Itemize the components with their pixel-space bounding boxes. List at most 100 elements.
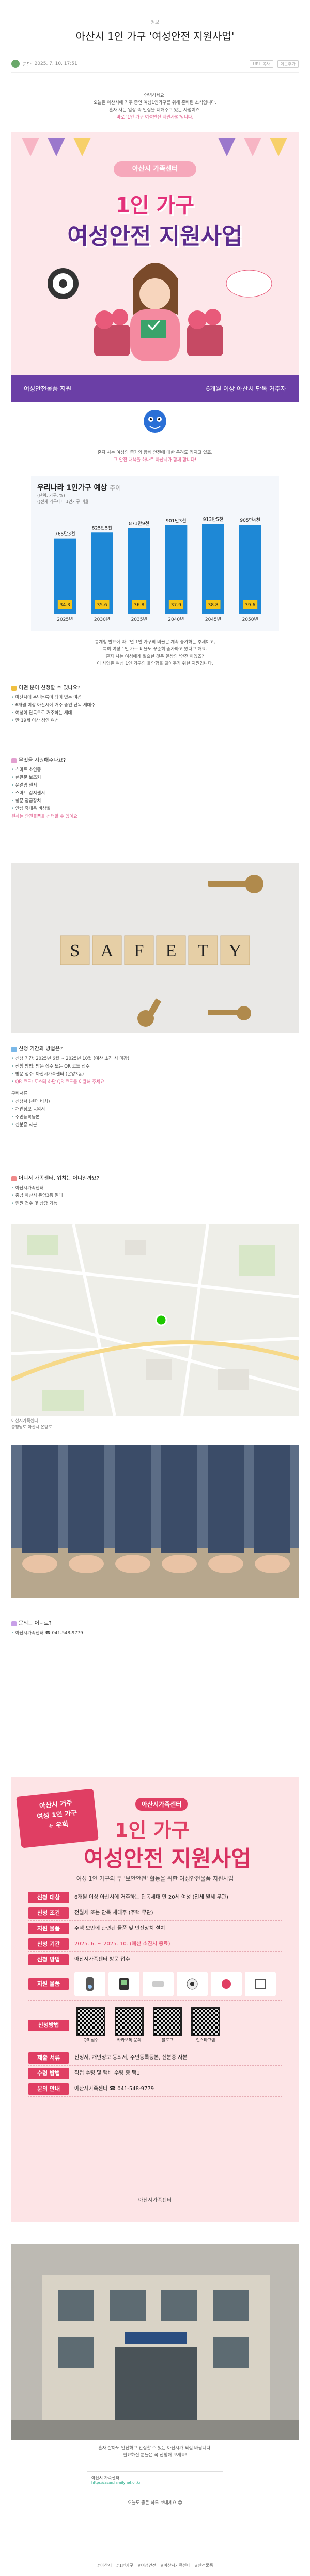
lightbulb-icon bbox=[11, 685, 17, 691]
chart-value-label: 871만9천 bbox=[129, 521, 149, 527]
intro-text: 안녕하세요! 오늘은 아산시에 거주 중인 여성1인가구를 위해 준비된 소식입… bbox=[0, 92, 310, 121]
info-value: 6개월 이상 아산시에 거주하는 단독세대 만 20세 여성 (전세·월세 무관… bbox=[74, 1894, 228, 1900]
apply-list: 신청 기간: 2025년 6월 ~ 2025년 10월 (예산 소진 시 마감)… bbox=[11, 1055, 299, 1086]
letter-tile-text: T bbox=[198, 941, 209, 960]
qr-codes: QR 접수 카카오톡 문의 블로그 인스타그램 bbox=[74, 2007, 222, 2043]
divider bbox=[11, 72, 299, 73]
section-heading-text: 무엇을 지원해주나요? bbox=[19, 758, 66, 763]
section-location: 어디서 가족센터, 위치는 어디일까요? 아산시가족센터 충남 아산시 온양3동… bbox=[11, 1175, 299, 1208]
section-heading: 무엇을 지원해주나요? bbox=[11, 757, 299, 764]
support-list: 스마트 초인종 현관문 보조키 문열림 센서 스마트 감지센서 창문 잠금장치 … bbox=[11, 766, 299, 813]
building-photo bbox=[11, 2244, 299, 2440]
tag-link[interactable]: #아산시가족센터 bbox=[160, 2563, 190, 2568]
add-neighbor-button[interactable]: 이웃추가 bbox=[277, 60, 299, 68]
tag-link[interactable]: #1인가구 bbox=[116, 2563, 133, 2568]
qr-blog[interactable]: 블로그 bbox=[151, 2007, 184, 2043]
tag-list: #아산시 #1인가구 #여성안전 #아산시가족센터 #안전물품 bbox=[0, 2563, 310, 2568]
list-item: 현관문 보조키 bbox=[11, 774, 299, 782]
window-lock-icon bbox=[245, 1971, 276, 1996]
list-item: 개인정보 동의서 bbox=[11, 1106, 299, 1114]
list-item: 스마트 초인종 bbox=[11, 766, 299, 774]
chart-category-label: 2030년 bbox=[94, 617, 110, 623]
door-lock-icon bbox=[109, 1971, 140, 1996]
chart-category-label: 2045년 bbox=[205, 617, 221, 623]
qr-instagram[interactable]: 인스타그램 bbox=[189, 2007, 222, 2043]
camera-icon bbox=[177, 1971, 208, 1996]
author-name[interactable]: 군만 bbox=[23, 61, 32, 67]
doorbell-icon bbox=[74, 1971, 105, 1996]
list-item: 충남 아산시 온양3동 일대 bbox=[11, 1192, 299, 1200]
poster-subtitle: 여성 1인 가구의 두 '보안안전' 활동을 위한 여성안전물품 지원사업 bbox=[76, 1875, 234, 1882]
qr-code-icon bbox=[115, 2007, 144, 2036]
caption-line: 혼자 사는 여성에게 필요한 것은 일상의 '안전'이겠죠? bbox=[106, 654, 204, 659]
qr-kakao[interactable]: 카카오톡 문의 bbox=[113, 2007, 146, 2043]
support-note: 원하는 안전물품을 선택할 수 있어요 bbox=[11, 814, 78, 819]
link-card-title: 아산시 가족센터 bbox=[91, 2476, 120, 2480]
chart-ratio-label: 39.6 bbox=[245, 603, 255, 608]
poster-badge: 아산시 가족센터 bbox=[114, 161, 196, 177]
flag-icon bbox=[22, 138, 39, 156]
flag-icon bbox=[218, 138, 236, 156]
qr-code-icon bbox=[153, 2007, 182, 2036]
chart-note: ()전체 가구대비 1인가구 비율 bbox=[37, 499, 89, 504]
chart-category-label: 2025년 bbox=[57, 617, 73, 623]
post-meta: 군만 2025. 7. 10. 17:51 URL 복사 이웃추가 bbox=[11, 58, 299, 69]
list-item: 만 19세 이상 성인 여성 bbox=[11, 717, 299, 725]
intro-line: 바로 '1인 가구 여성안전 지원사업'입니다. bbox=[116, 115, 194, 120]
pin-icon bbox=[11, 1176, 17, 1181]
letter-tile-text: Y bbox=[229, 941, 242, 960]
qr-apply[interactable]: QR 접수 bbox=[74, 2007, 107, 2043]
meta-actions: URL 복사 이웃추가 bbox=[250, 60, 299, 68]
list-item: 6개월 이상 아산시에 거주 중인 단독 세대주 bbox=[11, 702, 299, 709]
feet-photo bbox=[11, 1445, 299, 1598]
chart-value-label: 825만5천 bbox=[92, 525, 112, 531]
post-date: 2025. 7. 10. 17:51 bbox=[34, 61, 78, 66]
info-row: 신청 방법 아산시가족센터 방문 접수 bbox=[28, 1952, 282, 1967]
section-heading-text: 어디서 가족센터, 위치는 어디일까요? bbox=[19, 1176, 100, 1181]
post-title: 아산시 1인 가구 '여성안전 지원사업' bbox=[75, 30, 235, 42]
closing-line: 혼자 살아도 안전하고 안심할 수 있는 아산시가 되길 바랍니다. bbox=[98, 2446, 212, 2451]
qr-row: 신청방법 QR 접수 카카오톡 문의 블로그 인스타그램 bbox=[28, 2001, 282, 2050]
copy-url-button[interactable]: URL 복사 bbox=[250, 60, 273, 68]
alarm-icon bbox=[211, 1971, 242, 1996]
section-eligibility: 어떤 분이 신청할 수 있나요? 아산시에 주민등록이 되어 있는 여성 6개월… bbox=[11, 684, 299, 725]
eligibility-list: 아산시에 주민등록이 되어 있는 여성 6개월 이상 아산시에 거주 중인 단독… bbox=[11, 694, 299, 725]
chart-category-label: 2040년 bbox=[168, 617, 184, 623]
list-item: 창문 잠금장치 bbox=[11, 797, 299, 805]
poster-main: 아산시 가족센터 1인 가구 여성안전 지원사업 여성안전물품 지원 6개월 이… bbox=[11, 132, 299, 402]
chart-ratio-label: 38.8 bbox=[208, 603, 218, 608]
chart-ratio-label: 37.9 bbox=[171, 603, 181, 608]
map-caption[interactable]: 아산시가족센터 충청남도 아산시 온양로 bbox=[11, 1418, 52, 1430]
caption-line: 통계청 발표에 따르면 1인 가구의 비율은 계속 증가하는 추세이고, bbox=[95, 640, 215, 645]
chart-title: 우리나라 1인가구 예상 추이 bbox=[37, 482, 121, 493]
link-card[interactable]: 아산시 가족센터 https://asan.familynet.or.kr bbox=[87, 2471, 223, 2492]
section-apply: 신청 기간과 방법은? 신청 기간: 2025년 6월 ~ 2025년 10월 … bbox=[11, 1045, 299, 1129]
info-value: 2025. 6. ~ 2025. 10. (예산 소진시 종료) bbox=[74, 1941, 171, 1947]
section-support-items: 무엇을 지원해주나요? 스마트 초인종 현관문 보조키 문열림 센서 스마트 감… bbox=[11, 757, 299, 821]
list-item: 아산시가족센터 bbox=[11, 1185, 299, 1192]
qr-label: 인스타그램 bbox=[196, 2038, 215, 2042]
poster-footer: 아산시가족센터 bbox=[138, 2198, 172, 2203]
chart-value-label: 765만3천 bbox=[55, 531, 75, 537]
flag-icon bbox=[73, 138, 91, 156]
poster-eligibility: 6개월 이상 아산시 단독 거주자 bbox=[206, 384, 286, 392]
tag-link[interactable]: #여성안전 bbox=[137, 2563, 156, 2568]
info-label: 문의 안내 bbox=[28, 2083, 69, 2095]
calendar-icon bbox=[11, 1046, 17, 1052]
poster-title-line2: 여성안전 지원사업 bbox=[67, 223, 243, 249]
tag-link[interactable]: #아산시 bbox=[97, 2563, 112, 2568]
tag-link[interactable]: #안전물품 bbox=[194, 2563, 213, 2568]
chart-title-text: 우리나라 1인가구 예상 bbox=[37, 484, 107, 492]
link-card-url: https://asan.familynet.or.kr bbox=[91, 2481, 141, 2485]
location-map[interactable] bbox=[11, 1224, 299, 1416]
qr-code-icon bbox=[76, 2007, 105, 2036]
sensor-icon bbox=[143, 1971, 174, 1996]
author-avatar[interactable] bbox=[11, 60, 20, 68]
poster-title-line1: 1인 가구 bbox=[115, 194, 195, 217]
list-item: 아산시에 주민등록이 되어 있는 여성 bbox=[11, 694, 299, 702]
qr-label: 블로그 bbox=[161, 2038, 174, 2042]
list-item: 신청서 (센터 비치) bbox=[11, 1098, 299, 1106]
chart-ratio-label: 35.6 bbox=[97, 603, 107, 608]
list-item: 민원 접수 및 상담 가능 bbox=[11, 1200, 299, 1208]
post-category[interactable]: 정보 bbox=[0, 19, 310, 25]
